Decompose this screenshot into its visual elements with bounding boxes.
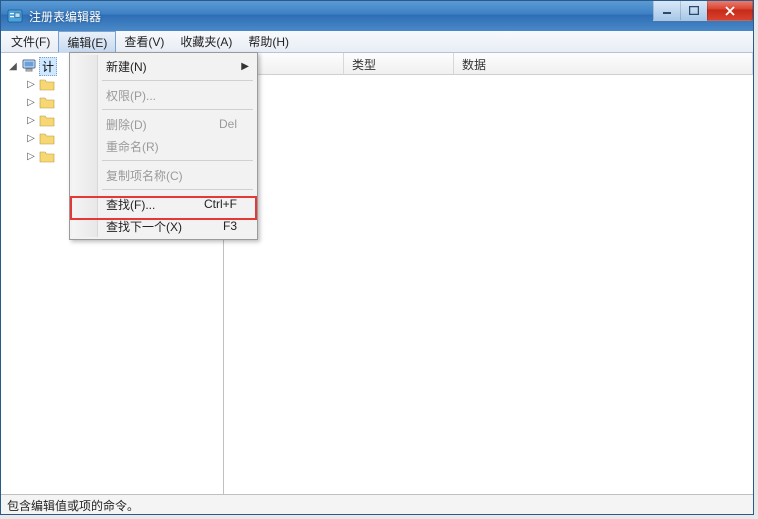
menu-label: 查看(V)	[124, 33, 164, 50]
expand-icon[interactable]: ▷	[25, 97, 37, 108]
menu-item-label: 权限(P)...	[106, 87, 156, 104]
window-controls	[654, 1, 753, 21]
status-text: 包含编辑值或项的命令。	[7, 499, 139, 513]
menu-shortcut: F3	[223, 219, 237, 233]
menu-separator	[102, 160, 253, 161]
window-title: 注册表编辑器	[29, 8, 101, 25]
list-body[interactable]	[224, 75, 753, 494]
menu-item-label: 新建(N)	[106, 58, 147, 75]
minimize-button[interactable]	[653, 1, 681, 21]
menu-separator	[102, 189, 253, 190]
menu-item-rename[interactable]: 重命名(R)	[72, 135, 255, 157]
folder-icon	[39, 94, 55, 110]
menu-separator	[102, 80, 253, 81]
expand-icon[interactable]: ▷	[25, 115, 37, 126]
menu-label: 收藏夹(A)	[180, 33, 232, 50]
list-pane[interactable]: 名称 类型 数据	[224, 53, 753, 494]
expand-icon[interactable]: ▷	[25, 151, 37, 162]
menu-item-find-next[interactable]: 查找下一个(X) F3	[72, 215, 255, 237]
folder-icon	[39, 130, 55, 146]
menu-item-delete[interactable]: 删除(D) Del	[72, 113, 255, 135]
menu-label: 编辑(E)	[67, 34, 107, 51]
menu-item-label: 重命名(R)	[106, 138, 159, 155]
tree-root-label: 计	[42, 60, 54, 74]
menu-file[interactable]: 文件(F)	[3, 31, 58, 52]
maximize-button[interactable]	[680, 1, 708, 21]
menu-favorites[interactable]: 收藏夹(A)	[172, 31, 240, 52]
menu-item-copy-key-name[interactable]: 复制项名称(C)	[72, 164, 255, 186]
column-header-type[interactable]: 类型	[344, 53, 454, 74]
folder-icon	[39, 112, 55, 128]
folder-icon	[39, 76, 55, 92]
regedit-icon	[7, 8, 23, 24]
menu-label: 文件(F)	[11, 33, 50, 50]
menu-item-label: 查找下一个(X)	[106, 218, 182, 235]
expand-icon[interactable]: ▷	[25, 133, 37, 144]
folder-icon	[39, 148, 55, 164]
menu-edit[interactable]: 编辑(E)	[58, 31, 116, 53]
menu-item-new[interactable]: 新建(N) ▶	[72, 55, 255, 77]
menu-item-label: 查找(F)...	[106, 196, 155, 213]
menu-item-label: 删除(D)	[106, 116, 147, 133]
menubar: 文件(F) 编辑(E) 查看(V) 收藏夹(A) 帮助(H)	[1, 31, 753, 53]
computer-icon	[21, 58, 37, 74]
edit-menu-dropdown: 新建(N) ▶ 权限(P)... 删除(D) Del 重命名(R) 复制项名称(…	[69, 52, 258, 240]
titlebar: 注册表编辑器	[1, 1, 753, 31]
close-button[interactable]	[707, 1, 753, 21]
expand-icon[interactable]: ▷	[25, 79, 37, 90]
menu-shortcut: Ctrl+F	[204, 197, 237, 211]
column-header-data[interactable]: 数据	[454, 53, 753, 74]
menu-separator	[102, 109, 253, 110]
menu-help[interactable]: 帮助(H)	[240, 31, 297, 52]
statusbar: 包含编辑值或项的命令。	[1, 494, 753, 514]
menu-item-permissions[interactable]: 权限(P)...	[72, 84, 255, 106]
menu-shortcut: Del	[219, 117, 237, 131]
menu-item-find[interactable]: 查找(F)... Ctrl+F	[72, 193, 255, 215]
menu-label: 帮助(H)	[248, 33, 289, 50]
list-header: 名称 类型 数据	[224, 53, 753, 75]
menu-item-label: 复制项名称(C)	[106, 167, 183, 184]
submenu-arrow-icon: ▶	[241, 61, 249, 72]
menu-view[interactable]: 查看(V)	[116, 31, 172, 52]
collapse-icon[interactable]: ◢	[7, 61, 19, 72]
